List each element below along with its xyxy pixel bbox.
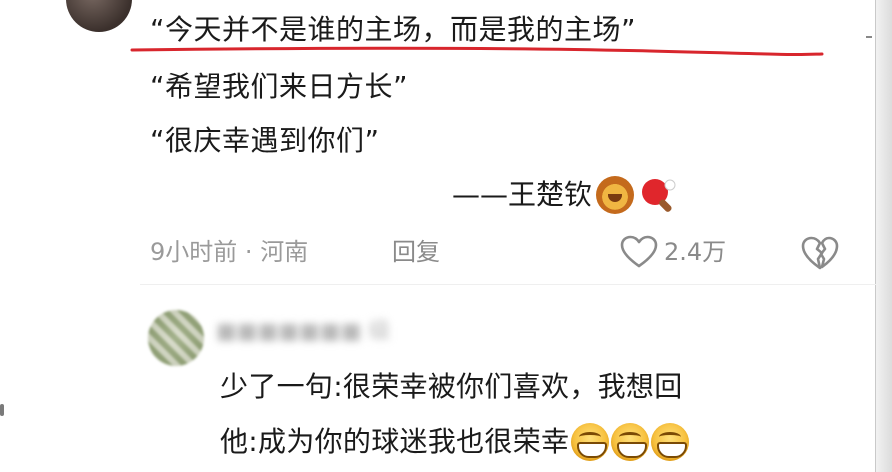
reply-line-2: 他:成为你的球迷我也很荣幸 bbox=[220, 425, 570, 458]
meta-separator: · bbox=[244, 238, 253, 266]
lion-emoji bbox=[596, 176, 635, 214]
highlight-underline bbox=[130, 46, 824, 57]
broken-heart-icon[interactable] bbox=[800, 234, 840, 274]
comment-line-3: “很庆幸遇到你们” bbox=[150, 124, 380, 157]
reply-line-2-row: 他:成为你的球迷我也很荣幸 bbox=[220, 423, 690, 461]
grinning-emoji bbox=[571, 423, 610, 461]
grinning-emoji bbox=[651, 423, 690, 461]
comment-line-1: “今天并不是谁的主场，而是我的主场” bbox=[150, 13, 637, 46]
commenter-avatar[interactable] bbox=[66, 0, 132, 32]
window-edge bbox=[875, 0, 892, 472]
ping-pong-emoji bbox=[642, 179, 676, 212]
edge-mark bbox=[866, 36, 872, 41]
reply-username-redacted[interactable]: ■■■■■■■ 级 bbox=[216, 314, 391, 350]
comment-divider bbox=[140, 284, 876, 285]
comment-time: 9小时前 bbox=[150, 238, 238, 266]
like-count: 2.4万 bbox=[664, 238, 727, 266]
like-button[interactable]: 2.4万 bbox=[620, 232, 726, 272]
comment-signature: ——王楚钦 bbox=[452, 175, 678, 215]
reply-line-1: 少了一句:很荣幸被你们喜欢，我想回 bbox=[220, 370, 683, 403]
signature-text: ——王楚钦 bbox=[452, 178, 593, 211]
edge-mark bbox=[0, 404, 4, 416]
reply-avatar[interactable] bbox=[148, 310, 204, 366]
reply-button[interactable]: 回复 bbox=[392, 234, 440, 270]
comment-meta: 9小时前 · 河南 bbox=[150, 234, 308, 270]
comment-line-2: “希望我们来日方长” bbox=[150, 70, 409, 103]
heart-icon bbox=[620, 235, 658, 268]
grinning-emoji bbox=[611, 423, 650, 461]
comment-location: 河南 bbox=[260, 238, 309, 266]
